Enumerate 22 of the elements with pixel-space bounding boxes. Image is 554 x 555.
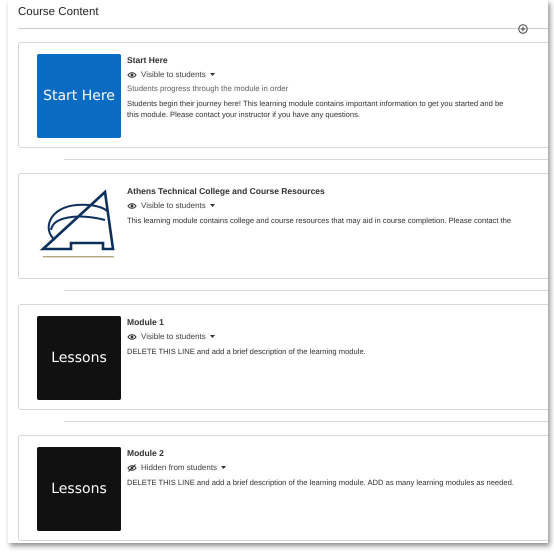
eye-slash-icon [127,464,137,472]
module-title[interactable]: Athens Technical College and Course Resources [127,186,325,196]
caret-icon [221,466,226,469]
caret-icon [210,335,215,338]
visibility-dropdown[interactable]: Visible to students [127,70,215,79]
add-circle-icon[interactable] [518,24,528,34]
eye-icon [127,332,137,340]
thumbnail-label: Lessons [51,481,107,497]
thumbnail-label: Lessons [51,350,107,366]
module-title[interactable]: Start Here [127,55,168,65]
module-card[interactable] [18,42,548,148]
caret-icon [210,204,215,207]
eye-icon [127,202,137,210]
caret-icon [210,73,215,76]
section-heading: Course Content [18,6,99,18]
module-title[interactable]: Module 1 [127,317,164,327]
visibility-dropdown[interactable]: Visible to students [127,201,215,210]
module-title[interactable]: Module 2 [127,448,164,458]
visibility-dropdown[interactable]: Hidden from students [127,463,226,472]
thumbnail-label: Start Here [43,88,115,104]
eye-icon [127,70,137,78]
visibility-dropdown[interactable]: Visible to students [127,332,215,341]
